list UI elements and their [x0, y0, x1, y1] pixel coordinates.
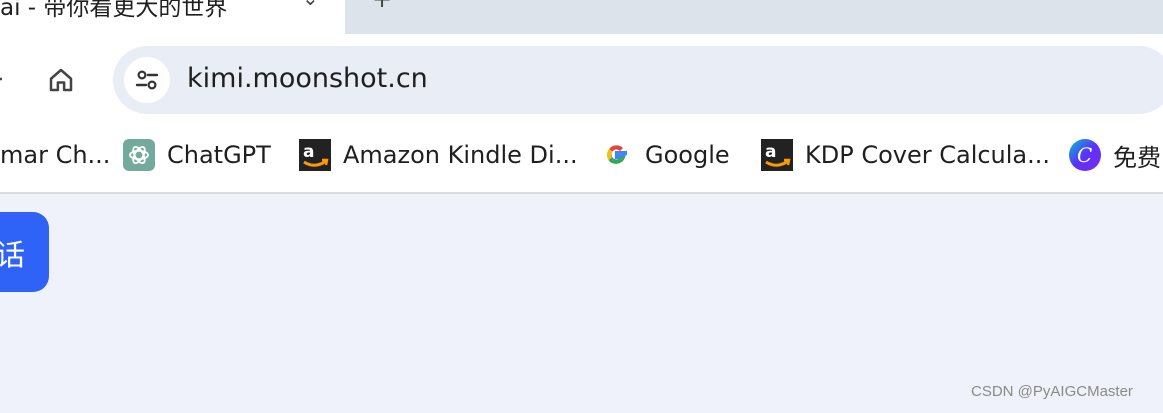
bookmark-google[interactable]: Google	[601, 138, 730, 172]
tab-title: ai - 带你看更大的世界	[0, 0, 228, 21]
bookmark-label: Amazon Kindle Di...	[343, 141, 578, 169]
google-icon	[601, 139, 633, 171]
bookmark-amazon-kindle[interactable]: a Amazon Kindle Di...	[299, 138, 578, 172]
new-chat-button[interactable]: 话	[0, 212, 49, 292]
svg-text:a: a	[765, 142, 776, 162]
site-info-button[interactable]	[124, 57, 170, 103]
page-content: 话 CSDN @PyAIGCMaster	[0, 195, 1163, 413]
forward-arrow-icon[interactable]	[0, 64, 4, 94]
address-bar[interactable]: kimi.moonshot.cn	[113, 46, 1163, 114]
bookmark-label: Google	[645, 141, 730, 169]
tab-strip: ai - 带你看更大的世界 ⌄ +	[0, 0, 1163, 34]
active-tab[interactable]: ai - 带你看更大的世界 ⌄	[0, 0, 345, 34]
bookmarks-bar: mar Ch... ChatGPT a Amazon Kindle Di... …	[0, 126, 1163, 194]
url-text[interactable]: kimi.moonshot.cn	[187, 63, 428, 94]
close-icon[interactable]: ⌄	[302, 0, 319, 10]
toolbar: kimi.moonshot.cn	[0, 34, 1163, 126]
home-icon	[49, 68, 73, 92]
amazon-icon: a	[761, 139, 793, 171]
openai-icon	[123, 139, 155, 171]
plus-icon[interactable]: +	[372, 0, 392, 13]
canva-icon: C	[1069, 139, 1101, 171]
tune-icon	[135, 70, 159, 90]
bookmark-item[interactable]: mar Ch...	[0, 138, 110, 172]
new-chat-label: 话	[0, 238, 25, 272]
amazon-icon: a	[299, 139, 331, 171]
bookmark-canva[interactable]: C 免费	[1069, 138, 1161, 172]
watermark: CSDN @PyAIGCMaster	[971, 383, 1133, 400]
tab-strip-background: +	[345, 0, 1163, 34]
home-button[interactable]	[40, 59, 82, 101]
svg-text:C: C	[1077, 143, 1092, 167]
bookmark-label: 免费	[1113, 143, 1161, 172]
svg-text:a: a	[303, 142, 314, 162]
bookmark-label: ChatGPT	[167, 141, 271, 169]
bookmark-kdp-cover[interactable]: a KDP Cover Calcula...	[761, 138, 1050, 172]
bookmark-label: mar Ch...	[0, 141, 111, 169]
bookmark-chatgpt[interactable]: ChatGPT	[123, 138, 271, 172]
bookmark-label: KDP Cover Calcula...	[805, 141, 1051, 169]
